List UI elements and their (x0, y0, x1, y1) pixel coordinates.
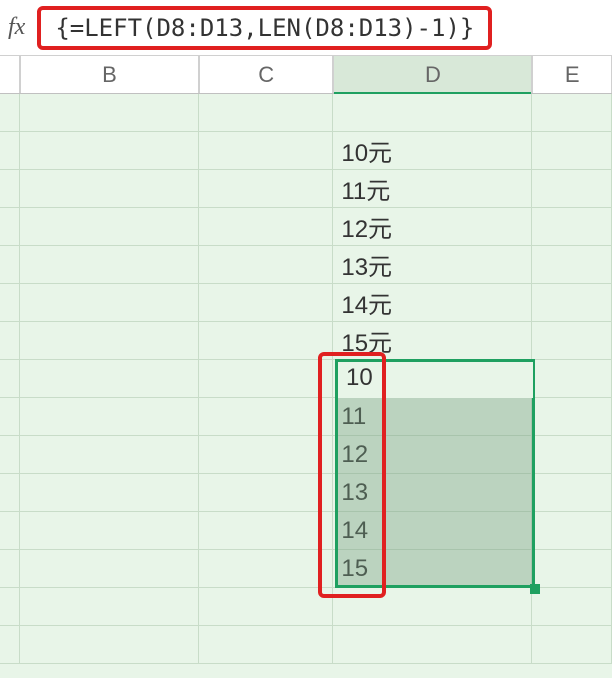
cell-D13[interactable]: 15元 (333, 322, 532, 360)
cell-D16[interactable]: 12 (333, 436, 532, 474)
spreadsheet-grid[interactable]: 10元 11元 12元 13元 14元 15元 10 11 12 13 14 1… (0, 94, 612, 664)
cell-D21[interactable] (333, 626, 532, 664)
col-header-A[interactable] (0, 56, 20, 93)
cell-D18[interactable]: 14 (333, 512, 532, 550)
cell-D7[interactable] (333, 94, 532, 132)
cell-D20[interactable] (333, 588, 532, 626)
column-headers: B C D E (0, 56, 612, 94)
active-cell-text: 10 (346, 364, 373, 392)
cell-D10[interactable]: 12元 (333, 208, 532, 246)
col-header-C[interactable]: C (199, 56, 333, 93)
formula-bar: fx {=LEFT(D8:D13,LEN(D8:D13)-1)} (0, 0, 612, 56)
formula-input[interactable]: {=LEFT(D8:D13,LEN(D8:D13)-1)} (37, 6, 492, 50)
cell-D9[interactable]: 11元 (333, 170, 532, 208)
cell-D11[interactable]: 13元 (333, 246, 532, 284)
col-header-E[interactable]: E (532, 56, 612, 93)
cell-D8[interactable]: 10元 (333, 132, 532, 170)
col-header-B[interactable]: B (20, 56, 199, 93)
fx-icon[interactable]: fx (8, 14, 25, 41)
cell-D12[interactable]: 14元 (333, 284, 532, 322)
col-header-D[interactable]: D (333, 56, 532, 93)
cell-D15[interactable]: 11 (333, 398, 532, 436)
cell-D19[interactable]: 15 (333, 550, 532, 588)
cell-D17[interactable]: 13 (333, 474, 532, 512)
